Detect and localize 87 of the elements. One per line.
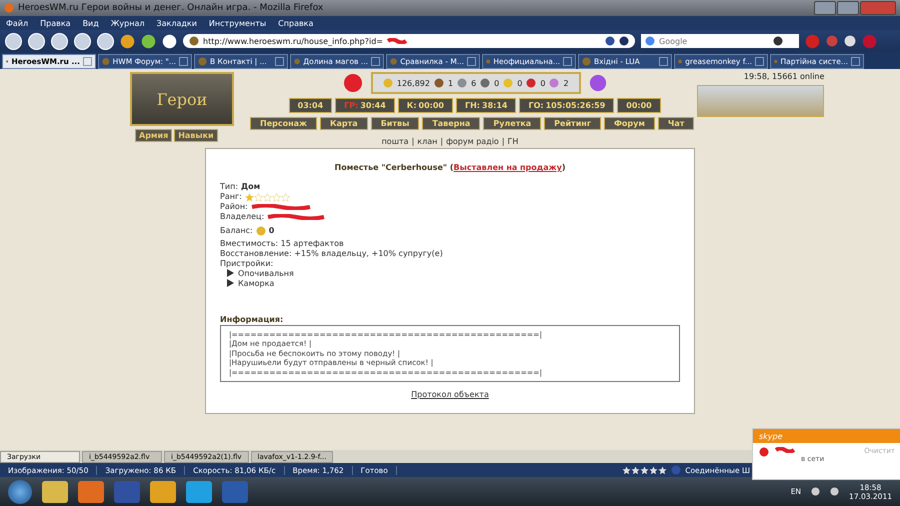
- type-label: Тип:: [220, 182, 238, 192]
- close-icon[interactable]: [275, 57, 284, 66]
- nav-button[interactable]: Чат: [658, 117, 694, 130]
- timer: ГР: 30:44: [335, 98, 395, 113]
- separator: |: [440, 137, 444, 146]
- resource-count: 0: [517, 78, 522, 88]
- close-icon[interactable]: [563, 57, 572, 66]
- resource-count: 0: [494, 78, 500, 88]
- stop-button[interactable]: [74, 32, 91, 50]
- redaction-mark: [775, 447, 795, 453]
- side-button[interactable]: Навыки: [174, 129, 218, 142]
- district-label: Район:: [220, 202, 248, 212]
- popup-title: skype: [759, 432, 783, 440]
- menu-item[interactable]: Правка: [40, 18, 71, 28]
- owner-label: Владелец:: [220, 212, 264, 222]
- reload-button[interactable]: [51, 32, 68, 50]
- nav-button[interactable]: Таверна: [422, 117, 480, 130]
- redaction-mark: [386, 38, 407, 44]
- minimize-button[interactable]: [814, 1, 836, 15]
- house-info-line: Пристройки:: [220, 259, 274, 269]
- house-title: Поместье "Cerberhouse" (Выставлен на продажу): [334, 163, 566, 172]
- game-logo[interactable]: Герои: [130, 72, 234, 126]
- addition-item: Опочивальня: [238, 269, 294, 279]
- star-icon: [254, 192, 263, 202]
- menu-item[interactable]: Вид: [82, 18, 99, 28]
- menu-item[interactable]: Журнал: [110, 18, 144, 28]
- search-box[interactable]: Google: [641, 34, 799, 48]
- close-icon[interactable]: [755, 57, 764, 66]
- timer: 03:04: [288, 98, 332, 113]
- close-icon[interactable]: [371, 57, 380, 66]
- house-info-line: Восстановление: +15% владельцу, +10% супругу(е): [220, 249, 443, 259]
- close-icon[interactable]: [83, 57, 92, 66]
- close-button[interactable]: [860, 1, 896, 15]
- nav-button[interactable]: Персонаж: [250, 117, 317, 130]
- nav-button[interactable]: Рейтинг: [544, 117, 601, 130]
- type-value: Дом: [241, 182, 260, 192]
- sub-link[interactable]: клан: [417, 137, 438, 146]
- house-info-line: Вместимость: 15 артефактов: [220, 239, 344, 249]
- resource-count: 2: [563, 78, 569, 88]
- rank-label: Ранг:: [220, 192, 242, 202]
- info-label: Информация:: [220, 314, 284, 324]
- close-icon[interactable]: [659, 57, 668, 66]
- close-icon[interactable]: [179, 57, 188, 66]
- resource-count: 1: [448, 78, 454, 88]
- address-field[interactable]: http://www.heroeswm.ru/house_info.php?id=: [183, 34, 635, 48]
- nav-button[interactable]: Карта: [320, 117, 368, 130]
- timer: ГН: 38:14: [456, 98, 516, 113]
- timer: К: 00:00: [398, 98, 453, 113]
- balance-label: Баланс:: [220, 226, 253, 236]
- resource-count: 6: [471, 78, 476, 88]
- star-icon: [244, 192, 254, 202]
- close-icon[interactable]: [467, 57, 476, 66]
- resource-count: 0: [540, 78, 546, 88]
- nav-button[interactable]: Битвы: [370, 117, 420, 130]
- nav-button[interactable]: Форум: [604, 117, 655, 130]
- online-count: 19:58, 15661 online: [744, 72, 824, 81]
- maximize-button[interactable]: [837, 1, 859, 15]
- addition-item: Каморка: [238, 279, 274, 289]
- redaction-mark: [250, 204, 311, 210]
- timer: 00:00: [617, 98, 661, 113]
- star-icon: [272, 192, 281, 202]
- balance-value: 0: [268, 226, 274, 236]
- rating-stars-icon: [622, 466, 668, 474]
- start-button[interactable]: [8, 480, 32, 504]
- redaction-mark: [267, 214, 326, 220]
- star-icon: [262, 192, 272, 202]
- back-button[interactable]: [5, 32, 22, 50]
- sale-link[interactable]: Выставлен на продажу: [454, 163, 562, 172]
- timer: ГО: 105:05:26:59: [519, 98, 614, 113]
- sub-link[interactable]: пошта: [382, 137, 409, 146]
- nav-button[interactable]: Рулетка: [483, 117, 542, 130]
- forward-button[interactable]: [28, 32, 45, 50]
- menu-item[interactable]: Файл: [6, 18, 28, 28]
- menu-item[interactable]: Инструменты: [208, 18, 266, 28]
- window-title: HeroesWM.ru Герои войны и денег. Онлайн игра. - Mozilla Firefox: [18, 3, 324, 13]
- separator: |: [412, 137, 414, 146]
- sub-link[interactable]: ГН: [508, 137, 518, 146]
- close-icon[interactable]: [851, 57, 860, 66]
- star-icon: [280, 192, 290, 202]
- sub-link[interactable]: форум радіо: [446, 137, 499, 146]
- side-button[interactable]: Армия: [135, 129, 172, 142]
- menu-item[interactable]: Закладки: [156, 18, 197, 28]
- protocol-link[interactable]: Протокол объекта: [411, 390, 489, 399]
- separator: |: [502, 137, 505, 146]
- menu-item[interactable]: Справка: [278, 18, 314, 28]
- resource-count: 126,892: [396, 78, 430, 88]
- home-button[interactable]: [97, 32, 114, 50]
